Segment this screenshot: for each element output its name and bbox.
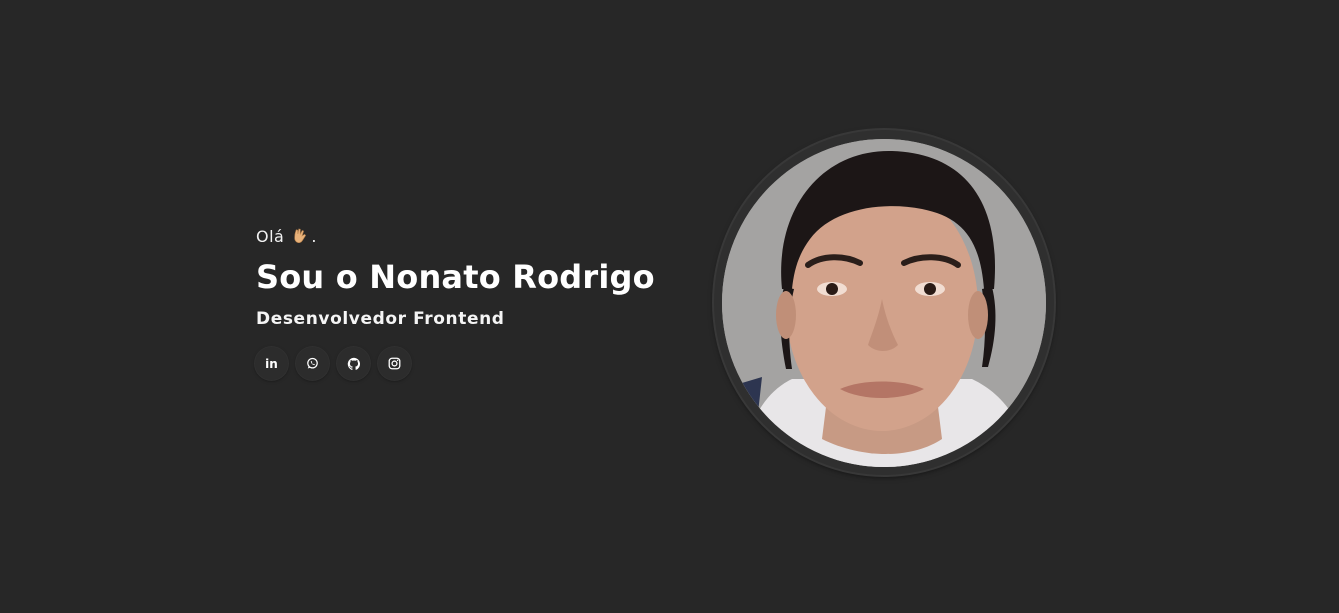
page-title: Sou o Nonato Rodrigo [256,258,655,296]
page-subtitle: Desenvolvedor Frontend [256,309,505,329]
avatar [722,138,1046,467]
instagram-icon [388,357,401,370]
greeting-punctuation: . [311,226,317,246]
linkedin-icon: in [265,356,278,371]
vulcan-salute-icon [291,227,309,245]
greeting-text: Olá [256,226,285,246]
avatar-frame [714,130,1054,475]
instagram-button[interactable] [378,347,411,380]
social-links: in [255,347,676,380]
hero-intro: Olá . Sou o Nonato Rodrigo Desenvolvedor… [255,224,676,380]
whatsapp-icon [306,357,319,370]
github-icon [347,357,361,371]
page: Olá . Sou o Nonato Rodrigo Desenvolvedor… [0,0,1339,613]
greeting: Olá . [256,224,676,248]
profile-photo-icon [722,138,1046,467]
linkedin-button[interactable]: in [255,347,288,380]
github-button[interactable] [337,347,370,380]
whatsapp-button[interactable] [296,347,329,380]
